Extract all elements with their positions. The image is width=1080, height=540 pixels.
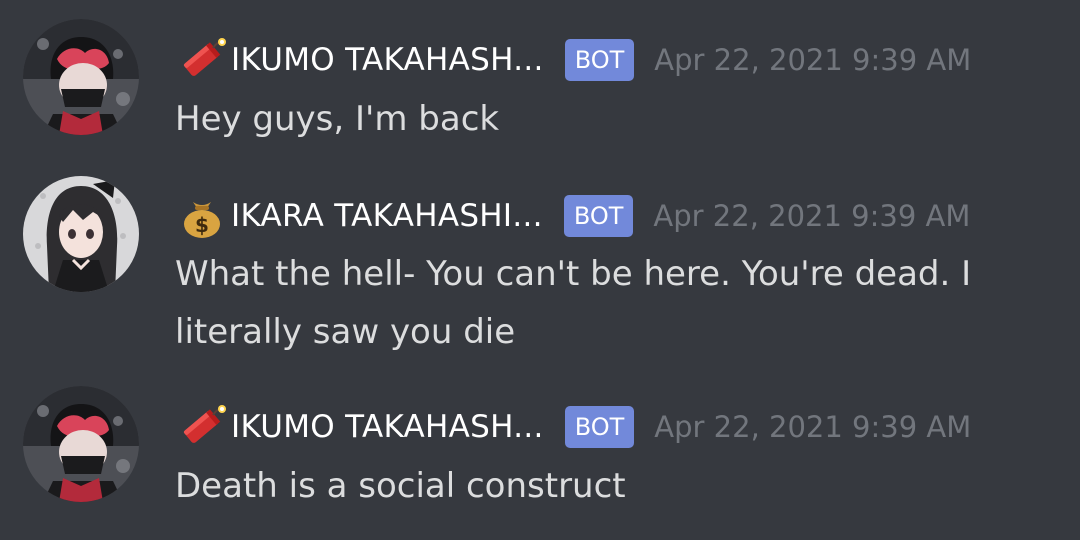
avatar-ikumo[interactable] — [23, 386, 139, 502]
message-header: IKUMO TAKAHASH... BOT Apr 22, 2021 9:39 … — [175, 402, 971, 452]
message-timestamp: Apr 22, 2021 9:39 AM — [654, 43, 972, 77]
firecracker-icon — [175, 403, 229, 451]
svg-text:$: $ — [195, 213, 209, 237]
message-header: IKUMO TAKAHASH... BOT Apr 22, 2021 9:39 … — [175, 35, 971, 85]
message-author[interactable]: IKUMO TAKAHASH... — [231, 409, 544, 445]
message-timestamp: Apr 22, 2021 9:39 AM — [653, 199, 971, 233]
money-bag-icon: $ — [175, 192, 229, 240]
avatar-ikara[interactable] — [23, 176, 139, 292]
message-timestamp: Apr 22, 2021 9:39 AM — [654, 410, 972, 444]
message-author[interactable]: IKUMO TAKAHASH... — [231, 42, 544, 78]
bot-tag: BOT — [563, 195, 634, 237]
message-content: Death is a social construct — [175, 466, 626, 506]
message-content: What the hell- You can't be here. You're… — [175, 254, 972, 352]
chat-message-list: IKUMO TAKAHASH... BOT Apr 22, 2021 9:39 … — [0, 0, 1080, 540]
bot-tag: BOT — [564, 406, 635, 448]
message-author[interactable]: IKARA TAKAHASHI... — [231, 198, 543, 234]
firecracker-icon — [175, 36, 229, 84]
message-header: $ IKARA TAKAHASHI... BOT Apr 22, 2021 9:… — [175, 191, 970, 241]
bot-tag: BOT — [564, 39, 635, 81]
message-content: Hey guys, I'm back — [175, 99, 500, 139]
avatar-ikumo[interactable] — [23, 19, 139, 135]
